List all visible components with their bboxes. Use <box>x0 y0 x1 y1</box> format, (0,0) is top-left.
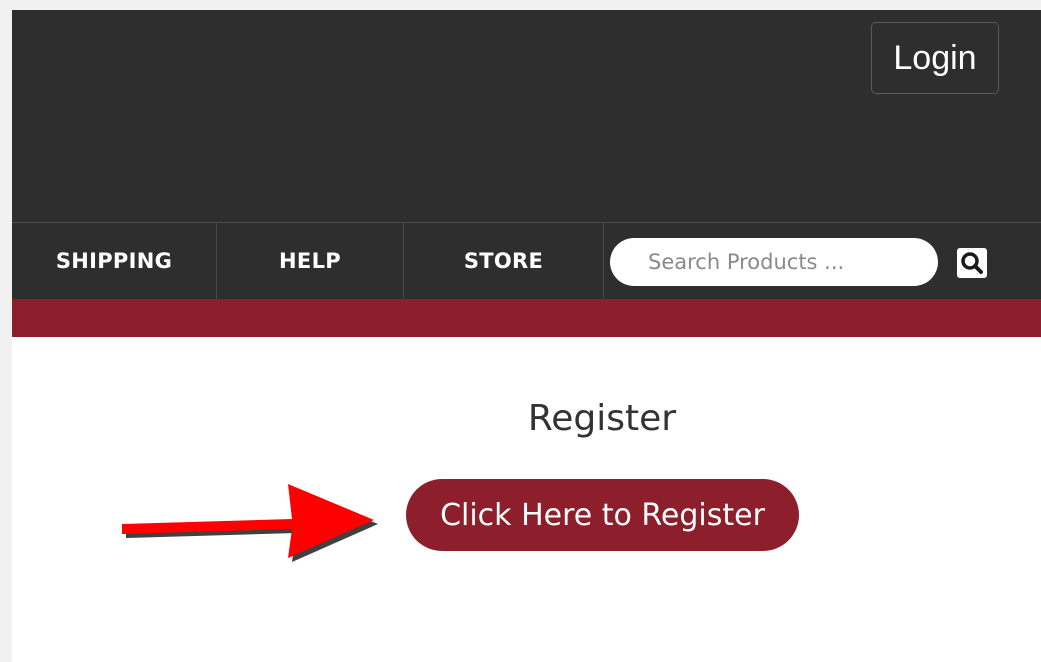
register-button[interactable]: Click Here to Register <box>406 479 799 551</box>
nav-item-help[interactable]: HELP <box>217 223 403 299</box>
search-input[interactable] <box>610 238 938 286</box>
accent-bar <box>12 299 1041 337</box>
nav-divider <box>603 223 604 299</box>
main-navigation: SHIPPING HELP STORE <box>12 222 1041 299</box>
nav-item-store[interactable]: STORE <box>404 223 603 299</box>
nav-item-shipping[interactable]: SHIPPING <box>12 223 216 299</box>
site-header: Login <box>12 10 1041 222</box>
page-title: Register <box>527 398 677 439</box>
search-icon <box>961 252 983 274</box>
login-button[interactable]: Login <box>871 22 999 94</box>
search-button[interactable] <box>957 248 987 278</box>
arrow-right-icon <box>122 484 378 562</box>
page-frame: Login SHIPPING HELP STORE Register Click… <box>12 10 1041 662</box>
